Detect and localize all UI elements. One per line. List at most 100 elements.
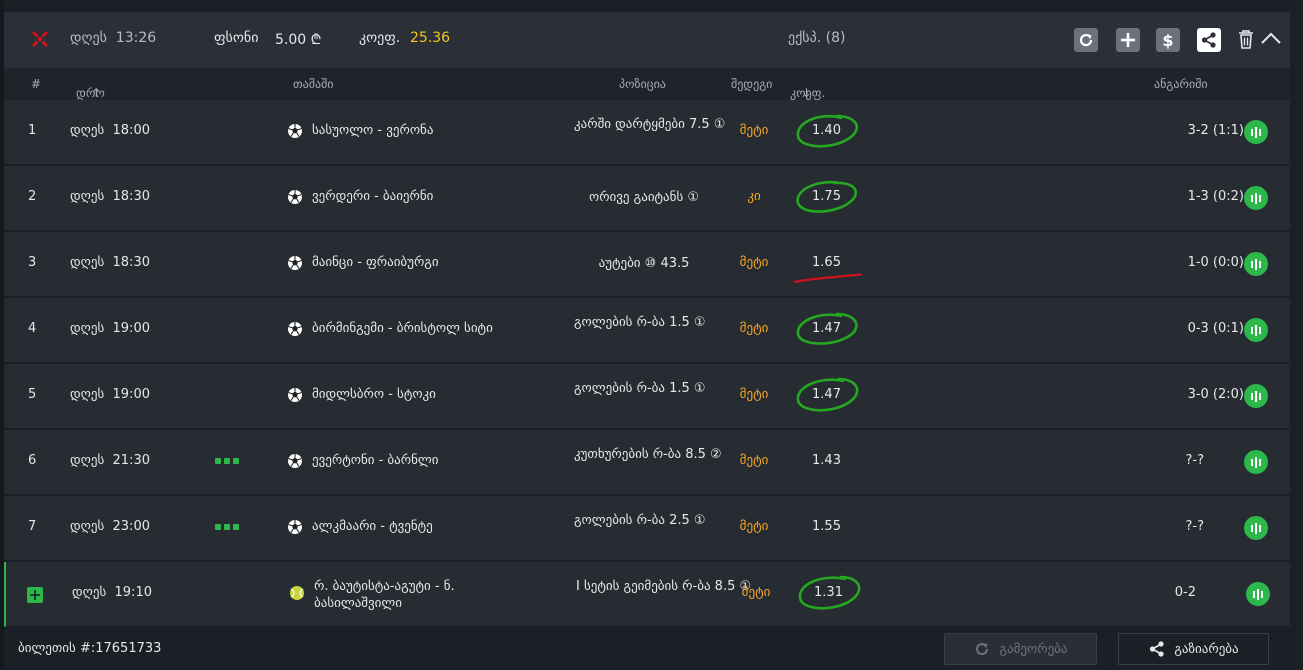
row-time: დღეს 18:30 [70,255,150,270]
soccer-ball-icon [288,124,302,138]
table-row: 6 დღეს 21:30 ევერტონი - ბარნლი კუთხურები… [4,430,1290,495]
tennis-ball-icon [290,586,304,600]
match-name[interactable]: რ. ბაუტისტა-აგუტი - ნ. ბასილაშვილი [314,578,544,612]
col-game: თამაში [293,77,334,91]
soccer-ball-icon [288,322,302,336]
bet-pick: მეტი [739,519,769,534]
bet-pick: მეტი [739,453,769,468]
table-row: 1 დღეს 18:00 სასუოლო - ვერონა კარში დარტ… [4,100,1290,165]
soccer-ball-icon [288,388,302,402]
bet-position: გოლების რ-ბა 1.5 ① [574,315,706,330]
match-name[interactable]: მაინცი - ფრაიბურგი [312,255,439,270]
plus-icon [1121,33,1135,47]
col-coef[interactable]: კოეფ. ↓ [790,77,825,100]
stats-button[interactable] [1244,252,1268,276]
col-outcome: შედეგი [731,77,773,91]
ticket-footer: ბილეთის #:17651733 გამეორება გაზიარება [4,627,1290,670]
soccer-ball-icon [288,454,302,468]
expand-button[interactable] [27,587,43,603]
bet-coef: 1.47 [812,321,841,336]
top-strip [0,0,1303,12]
svg-text:$: $ [1162,31,1173,49]
sort-up-icon: ↑ [91,86,102,100]
bet-result: ?-? [1185,519,1205,534]
table-row: დღეს 19:10 რ. ბაუტისტა-აგუტი - ნ. ბასილა… [4,562,1290,627]
bet-pick: კი [747,189,761,204]
soccer-ball-icon [288,256,302,270]
share-button[interactable] [1197,28,1221,52]
match-name[interactable]: მიდლსბრო - სტოკი [312,387,436,402]
ticket-number: ბილეთის #:17651733 [18,641,162,656]
table-row: 5 დღეს 19:00 მიდლსბრო - სტოკი გოლების რ-… [4,364,1290,429]
bet-pick: მეტი [739,321,769,336]
bet-result: ?-? [1185,453,1205,468]
row-number: 3 [28,255,37,270]
match-name[interactable]: სასუოლო - ვერონა [312,123,433,138]
row-time: დღეს 23:00 [70,519,150,534]
repeat-label: გამეორება [999,641,1068,657]
add-button[interactable] [1116,28,1140,52]
bet-coef: 1.47 [812,387,841,402]
row-time: დღეს 19:00 [70,321,150,336]
bet-position: I სეტის გეიმების რ-ბა 8.5 ① [576,579,752,594]
table-row: 3 დღეს 18:30 მაინცი - ფრაიბურგი აუტები ⑩… [4,232,1290,297]
row-time: დღეს 19:10 [72,585,152,600]
stats-button[interactable] [1244,516,1268,540]
bet-coef: 1.31 [814,585,843,600]
bet-result: 1-3 (0:2) [1187,189,1244,204]
chevron-up-icon[interactable] [1260,30,1282,46]
match-name[interactable]: ალკმაარი - ტვენტე [312,519,433,534]
row-number: 5 [28,387,37,402]
bet-position: აუტები ⑩ 43.5 [598,256,690,271]
bet-pick: მეტი [739,123,769,138]
stats-button[interactable] [1244,120,1268,144]
refresh-button[interactable] [1074,28,1098,52]
table-row: 7 დღეს 23:00 ალკმაარი - ტვენტე გოლების რ… [4,496,1290,561]
refresh-icon [976,643,989,656]
table-row: 4 დღეს 19:00 ბირმინგემი - ბრისტოლ სიტი გ… [4,298,1290,363]
bet-coef: 1.43 [812,453,841,468]
bet-result: 0-3 (0:1) [1187,321,1244,336]
row-number: 2 [28,189,37,204]
soccer-ball-icon [288,190,302,204]
bet-position: კუთხურების რ-ბა 8.5 ② [574,447,722,462]
row-number: 6 [28,453,37,468]
col-num: # [31,77,42,91]
stats-button[interactable] [1246,582,1270,606]
match-name[interactable]: ვერდერი - ბაიერნი [312,189,433,204]
header-date: დღეს 13:26 [70,30,157,46]
stake-label: ფსონი [214,30,259,46]
share-label: გაზიარება [1174,641,1239,657]
trash-icon[interactable] [1237,28,1255,50]
live-indicator [215,524,239,530]
express-count: ექსპ. (8) [788,30,846,46]
col-settlement: ანგარიში [1154,77,1208,91]
bet-pick: მეტი [739,255,769,270]
close-x-icon[interactable] [29,28,51,50]
bet-coef: 1.75 [812,189,841,204]
repeat-button[interactable]: გამეორება [944,633,1097,665]
match-name[interactable]: ბირმინგემი - ბრისტოლ სიტი [312,321,493,336]
stats-button[interactable] [1244,450,1268,474]
row-time: დღეს 21:30 [70,453,150,468]
col-time[interactable]: დრო ↑ [76,77,105,100]
stats-button[interactable] [1244,384,1268,408]
bet-position: გოლების რ-ბა 2.5 ① [574,513,706,528]
row-number: 7 [28,519,37,534]
stats-button[interactable] [1244,318,1268,342]
bet-position: ორივე გაიტანს ① [588,190,700,205]
bet-coef: 1.55 [812,519,841,534]
col-position: პოზიცია [619,77,666,91]
bet-coef: 1.40 [812,123,841,138]
coef-value: 25.36 [410,30,451,46]
stake-value: 5.00 ₾ [275,32,322,48]
cashout-button[interactable]: $ [1156,28,1180,52]
row-time: დღეს 18:00 [70,123,150,138]
row-number: 4 [28,321,37,336]
match-name[interactable]: ევერტონი - ბარნლი [312,453,438,468]
stats-button[interactable] [1244,186,1268,210]
bet-position: გოლების რ-ბა 1.5 ① [574,381,706,396]
share-ticket-button[interactable]: გაზიარება [1118,633,1269,665]
bet-result: 3-0 (2:0) [1187,387,1244,402]
coef-label: კოეფ. [359,30,401,46]
